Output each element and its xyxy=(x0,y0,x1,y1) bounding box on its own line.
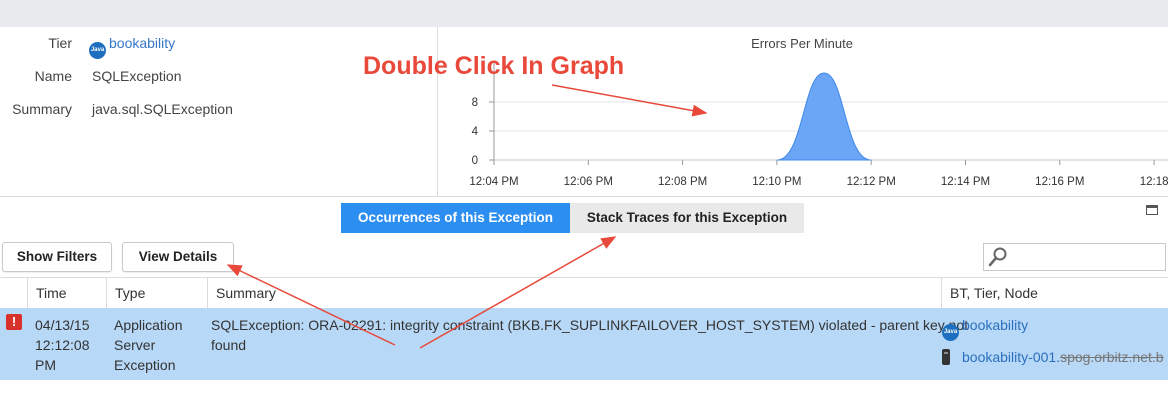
bt-tier-link[interactable]: Java bookability xyxy=(942,315,1168,341)
y-tick-label: 0 xyxy=(472,155,478,167)
x-tick-label: 12:16 PM xyxy=(1035,176,1084,188)
x-tick-label: 12:18 xyxy=(1140,176,1168,188)
y-tick-label: 4 xyxy=(472,126,479,138)
type-line-1: Application xyxy=(114,317,183,333)
x-tick-label: 12:04 PM xyxy=(469,176,518,188)
section-divider xyxy=(0,196,1168,197)
node-name[interactable]: bookability-001. xyxy=(962,349,1060,365)
maximize-icon[interactable] xyxy=(1146,205,1158,215)
tier-link[interactable]: Java bookability xyxy=(89,35,175,59)
summary-cell: SQLException: ORA-02291: integrity const… xyxy=(211,315,969,355)
type-line-2: Server xyxy=(114,337,156,353)
error-icon: ! xyxy=(6,314,22,330)
time-cell: 04/13/15 12:12:08 PM xyxy=(35,315,90,375)
summary-label: Summary xyxy=(12,101,72,117)
java-icon: Java xyxy=(942,324,959,341)
table-row[interactable]: ! 04/13/15 12:12:08 PM Application Serve… xyxy=(0,308,1168,380)
search-icon xyxy=(988,247,1007,267)
col-time[interactable]: Time xyxy=(27,278,106,309)
summary-line-2: found xyxy=(211,337,247,353)
view-details-button[interactable]: View Details xyxy=(122,242,234,272)
name-label: Name xyxy=(34,68,72,84)
time-date: 04/13/15 xyxy=(35,317,90,333)
double-click-annotation: Double Click In Graph xyxy=(363,52,625,80)
x-tick-label: 12:10 PM xyxy=(752,176,801,188)
search-input[interactable] xyxy=(983,243,1166,271)
bt-tier-value[interactable]: bookability xyxy=(962,317,1028,333)
node-name-redacted: spog.orbitz.net.b xyxy=(1060,349,1164,365)
top-bar xyxy=(0,0,1168,27)
tab-stack-traces[interactable]: Stack Traces for this Exception xyxy=(570,203,804,233)
tab-occurrences[interactable]: Occurrences of this Exception xyxy=(341,203,570,233)
col-bt-tier-node[interactable]: BT, Tier, Node xyxy=(941,278,1168,309)
time-ampm: PM xyxy=(35,357,56,373)
x-tick-label: 12:12 PM xyxy=(847,176,896,188)
node-icon xyxy=(942,349,950,365)
type-line-3: Exception xyxy=(114,357,176,373)
type-cell: Application Server Exception xyxy=(114,315,183,375)
node-link[interactable]: bookability-001.spog.orbitz.net.b xyxy=(942,347,1168,367)
tier-value[interactable]: bookability xyxy=(109,35,175,51)
col-type[interactable]: Type xyxy=(106,278,207,309)
x-tick-label: 12:14 PM xyxy=(941,176,990,188)
name-value: SQLException xyxy=(92,68,182,84)
time-clock: 12:12:08 xyxy=(35,337,90,353)
table-header: Time Type Summary BT, Tier, Node xyxy=(0,277,1168,309)
summary-value: java.sql.SQLException xyxy=(92,101,233,117)
x-tick-label: 12:08 PM xyxy=(658,176,707,188)
col-summary[interactable]: Summary xyxy=(207,278,941,309)
y-tick-label: 8 xyxy=(472,97,478,109)
x-tick-label: 12:06 PM xyxy=(564,176,613,188)
tier-label: Tier xyxy=(48,35,72,51)
chart-title: Errors Per Minute xyxy=(751,36,853,51)
show-filters-button[interactable]: Show Filters xyxy=(2,242,112,272)
summary-line-1: SQLException: ORA-02291: integrity const… xyxy=(211,317,969,333)
errors-area-series[interactable] xyxy=(776,72,872,161)
bt-cell: Java bookability bookability-001.spog.orb… xyxy=(942,315,1168,367)
java-icon: Java xyxy=(89,42,106,59)
x-axis: 12:04 PM 12:06 PM 12:08 PM 12:10 PM 12:12 PM… xyxy=(469,160,1168,188)
